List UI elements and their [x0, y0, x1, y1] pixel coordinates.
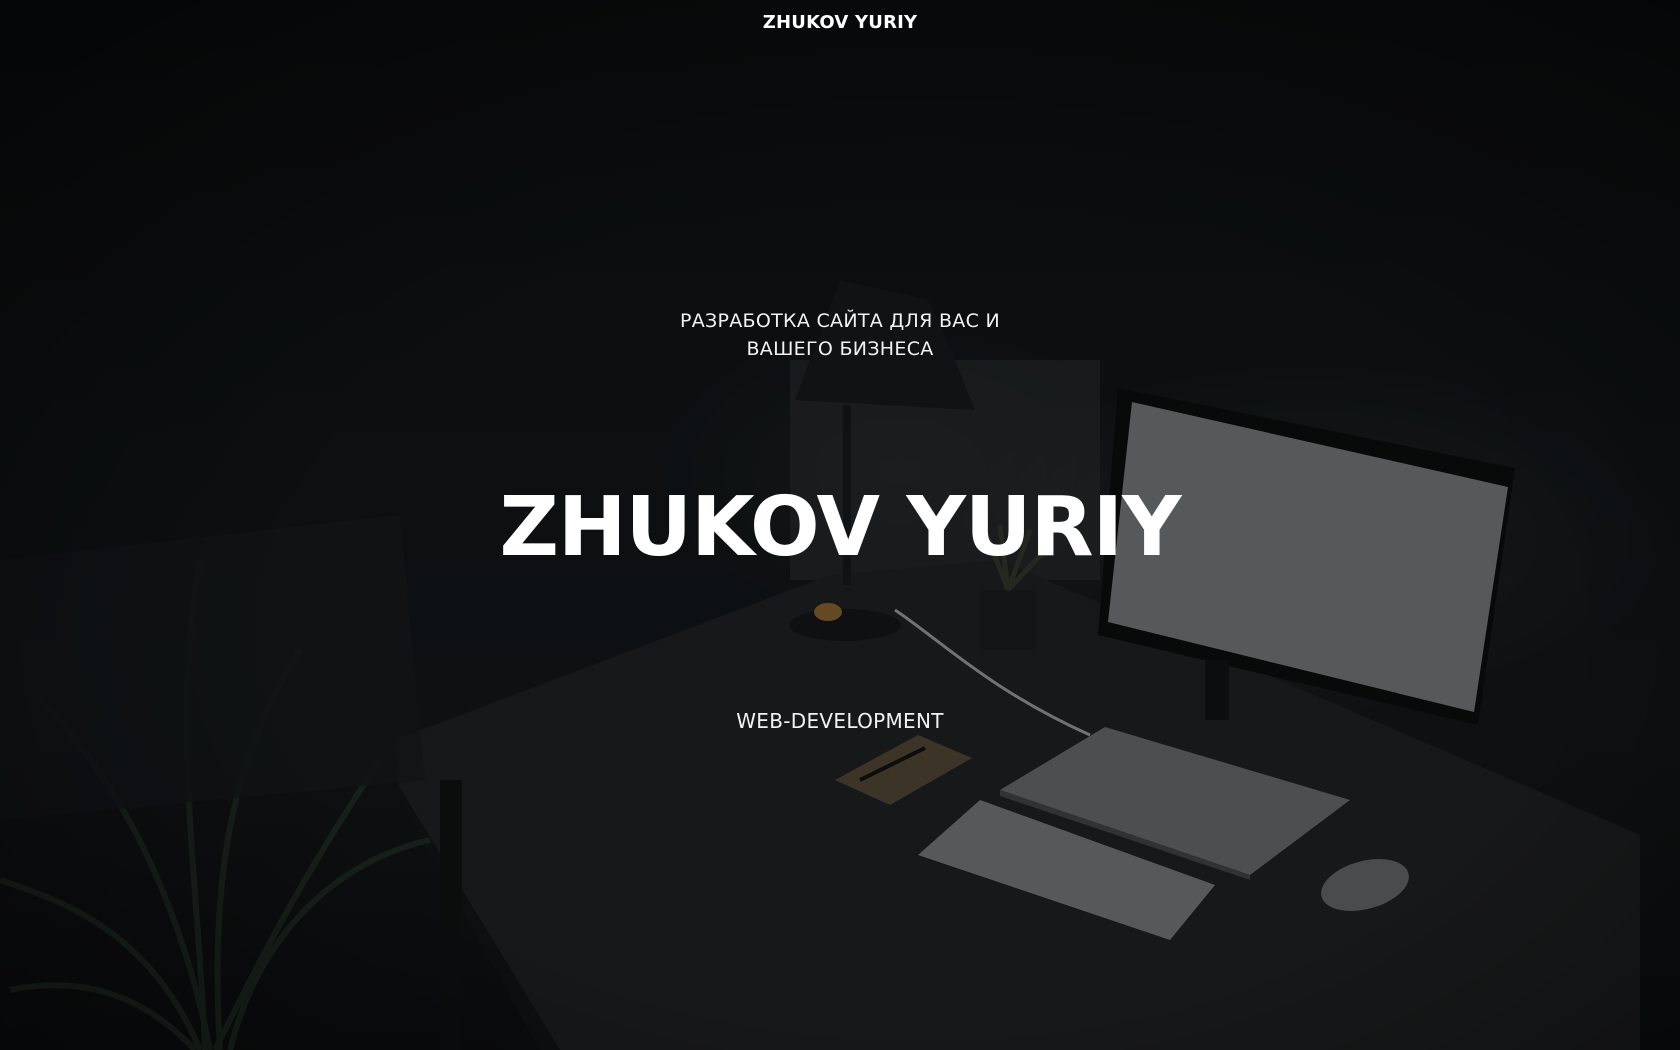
hero-section: ZHUKOV YURIY РАЗРАБОТКА САЙТА ДЛЯ ВАС И … [0, 0, 1680, 1050]
hero-title: ZHUKOV YURIY [499, 480, 1181, 575]
hero-tagline-line-1: РАЗРАБОТКА САЙТА ДЛЯ ВАС И [679, 310, 1001, 332]
hero-tagline-line-2: ВАШЕГО БИЗНЕСА [746, 338, 934, 360]
hero-tagline: РАЗРАБОТКА САЙТА ДЛЯ ВАС И ВАШЕГО БИЗНЕС… [0, 307, 1680, 363]
header-brand-logo[interactable]: ZHUKOV YURIY [0, 12, 1680, 33]
hero-subtitle: WEB-DEVELOPMENT [736, 709, 944, 733]
